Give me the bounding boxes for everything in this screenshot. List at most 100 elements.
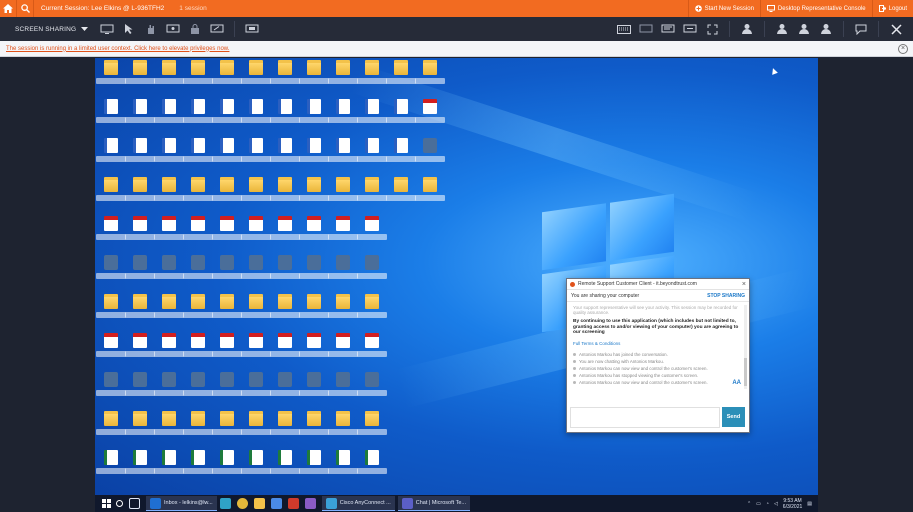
desktop-icon[interactable] [154, 177, 184, 213]
mouse-control-tool[interactable] [118, 20, 140, 38]
close-icon[interactable]: × [898, 43, 908, 54]
chat-tool[interactable] [850, 20, 872, 38]
session-users-tool[interactable] [815, 20, 837, 38]
desktop-icon[interactable] [125, 99, 155, 135]
desktop-icon[interactable] [357, 177, 387, 213]
annotations-tool[interactable] [206, 20, 228, 38]
desktop-icon[interactable] [96, 60, 126, 96]
privacy-screen-tool[interactable] [184, 20, 206, 38]
terms-link[interactable]: Full Terms & Conditions [573, 341, 740, 346]
desktop-icon[interactable] [270, 333, 300, 369]
desktop-icon[interactable] [154, 333, 184, 369]
desktop-icon[interactable] [154, 255, 184, 291]
desktop-icon[interactable] [125, 411, 155, 447]
desktop-icon[interactable] [212, 255, 242, 291]
font-size-button[interactable]: AA [732, 380, 741, 386]
desktop-icon[interactable] [212, 372, 242, 408]
desktop-icon[interactable] [183, 333, 213, 369]
desktop-icon[interactable] [386, 60, 416, 96]
desktop-icon[interactable] [415, 60, 445, 96]
desktop-icon[interactable] [183, 450, 213, 486]
desktop-icon[interactable] [270, 60, 300, 96]
send-button[interactable]: Send [722, 407, 745, 427]
desktop-icon[interactable] [96, 411, 126, 447]
desktop-icon[interactable] [212, 177, 242, 213]
desktop-icon[interactable] [299, 333, 329, 369]
desktop-icon[interactable] [183, 255, 213, 291]
desktop-icon[interactable] [96, 138, 126, 174]
desktop-icon[interactable] [125, 450, 155, 486]
desktop-icon[interactable] [125, 216, 155, 252]
desktop-icon[interactable] [241, 99, 271, 135]
desktop-icon[interactable] [357, 60, 387, 96]
share-session-tool[interactable] [793, 20, 815, 38]
desktop-icon[interactable] [183, 177, 213, 213]
desktop-icon[interactable] [154, 411, 184, 447]
close-session-button[interactable] [885, 20, 907, 38]
view-only-tool[interactable] [162, 20, 184, 38]
desktop-icon[interactable] [328, 99, 358, 135]
desktop-icon[interactable] [212, 333, 242, 369]
desktop-icon[interactable] [212, 411, 242, 447]
desktop-icon[interactable] [357, 450, 387, 486]
desktop-icon[interactable] [183, 99, 213, 135]
desktop-icon[interactable] [386, 99, 416, 135]
desktop-icon[interactable] [328, 177, 358, 213]
chat-scrollbar[interactable] [744, 305, 747, 389]
desktop-icon[interactable] [415, 99, 445, 135]
desktop-icon[interactable] [386, 138, 416, 174]
desktop-icon[interactable] [357, 411, 387, 447]
desktop-icon[interactable] [125, 372, 155, 408]
desktop-icon[interactable] [299, 450, 329, 486]
desktop-icon[interactable] [357, 138, 387, 174]
desktop-icon[interactable] [212, 138, 242, 174]
home-button[interactable] [0, 0, 17, 17]
keyboard-tool[interactable] [613, 20, 635, 38]
desktop-icon[interactable] [357, 216, 387, 252]
desktop-icon[interactable] [125, 60, 155, 96]
display-settings-tool[interactable] [679, 20, 701, 38]
desktop-icon[interactable] [328, 255, 358, 291]
desktop-icon[interactable] [415, 177, 445, 213]
desktop-icon[interactable] [328, 216, 358, 252]
desktop-icon[interactable] [241, 216, 271, 252]
desktop-icon[interactable] [357, 294, 387, 330]
desktop-icon[interactable] [241, 255, 271, 291]
desktop-icon[interactable] [125, 255, 155, 291]
notifications-icon[interactable]: ▤ [807, 501, 812, 507]
desktop-icon[interactable] [357, 372, 387, 408]
desktop-icon[interactable] [125, 138, 155, 174]
desktop-icon[interactable] [96, 333, 126, 369]
desktop-icon[interactable] [328, 294, 358, 330]
mail-icon[interactable] [270, 498, 282, 509]
desktop-icon[interactable] [96, 372, 126, 408]
desktop-icon[interactable] [154, 372, 184, 408]
desktop-icon[interactable] [183, 138, 213, 174]
desktop-icon[interactable] [270, 216, 300, 252]
desktop-icon[interactable] [299, 60, 329, 96]
screenshot-tool[interactable] [241, 20, 263, 38]
desktop-icon[interactable] [125, 177, 155, 213]
desktop-icon[interactable] [183, 216, 213, 252]
monitor-select-tool[interactable] [96, 20, 118, 38]
desktop-icon[interactable] [241, 294, 271, 330]
folder-icon[interactable] [253, 498, 265, 509]
desktop-icon[interactable] [386, 177, 416, 213]
desktop-icon[interactable] [96, 450, 126, 486]
desktop-icon[interactable] [328, 450, 358, 486]
close-icon[interactable]: × [742, 281, 746, 288]
desktop-icon[interactable] [183, 294, 213, 330]
desktop-icon[interactable] [299, 138, 329, 174]
desktop-icon[interactable] [154, 138, 184, 174]
desktop-icon[interactable] [241, 450, 271, 486]
desktop-icon[interactable] [183, 411, 213, 447]
rep-console-button[interactable]: Desktop Representative Console [759, 0, 872, 17]
desktop-icon[interactable] [212, 60, 242, 96]
desktop-icon[interactable] [299, 411, 329, 447]
desktop-icon[interactable] [328, 372, 358, 408]
taskbar-app-teams[interactable]: Chat | Microsoft Te... [397, 496, 470, 511]
desktop-icon[interactable] [299, 255, 329, 291]
desktop-icon[interactable] [96, 177, 126, 213]
desktop-icon[interactable] [299, 177, 329, 213]
desktop-icon[interactable] [357, 333, 387, 369]
